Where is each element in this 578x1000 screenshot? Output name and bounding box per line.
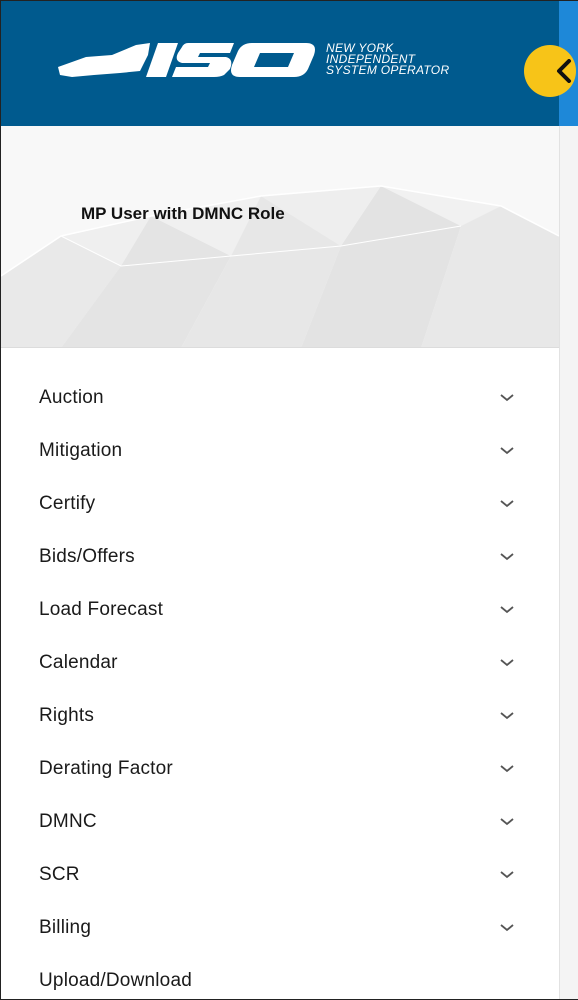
- menu-item-label: Derating Factor: [39, 757, 173, 779]
- chevron-down-icon: [500, 871, 514, 879]
- menu-item-label: Billing: [39, 916, 92, 938]
- menu-item-label: Load Forecast: [39, 598, 164, 620]
- menu-item-label: Certify: [39, 492, 96, 514]
- menu-item-derating-factor[interactable]: Derating Factor: [1, 742, 559, 795]
- chevron-down-icon: [500, 606, 514, 614]
- menu-item-label: Bids/Offers: [39, 545, 135, 567]
- menu-item-label: Calendar: [39, 651, 118, 673]
- menu-item-label: Auction: [39, 386, 104, 408]
- menu-item-certify[interactable]: Certify: [1, 477, 559, 530]
- menu-item-auction[interactable]: Auction: [1, 371, 559, 424]
- menu-item-scr[interactable]: SCR: [1, 848, 559, 901]
- chevron-left-icon: [557, 59, 571, 83]
- sidebar-menu: Auction Mitigation Certify Bids/Offers L…: [1, 371, 559, 999]
- menu-item-mitigation[interactable]: Mitigation: [1, 424, 559, 477]
- menu-item-label: Mitigation: [39, 439, 123, 461]
- nyiso-logo[interactable]: NEW YORK INDEPENDENT SYSTEM OPERATOR: [56, 41, 476, 101]
- sidebar-header: NEW YORK INDEPENDENT SYSTEM OPERATOR: [1, 1, 561, 126]
- chevron-down-icon: [500, 447, 514, 455]
- content-edge: [559, 1, 578, 999]
- chevron-down-icon: [500, 712, 514, 720]
- user-profile-panel: MP User with DMNC Role: [1, 126, 559, 348]
- menu-item-load-forecast[interactable]: Load Forecast: [1, 583, 559, 636]
- chevron-down-icon: [500, 659, 514, 667]
- chevron-down-icon: [500, 765, 514, 773]
- menu-item-label: SCR: [39, 863, 80, 885]
- chevron-down-icon: [500, 818, 514, 826]
- menu-item-label: DMNC: [39, 810, 97, 832]
- chevron-down-icon: [500, 500, 514, 508]
- sidebar-frame: NEW YORK INDEPENDENT SYSTEM OPERATOR MP …: [0, 0, 578, 1000]
- chevron-down-icon: [500, 394, 514, 402]
- menu-item-billing[interactable]: Billing: [1, 901, 559, 954]
- logo-tagline: NEW YORK INDEPENDENT SYSTEM OPERATOR: [326, 41, 450, 77]
- menu-item-label: Upload/Download: [39, 969, 192, 991]
- nyiso-logo-mark: [58, 43, 315, 77]
- menu-item-rights[interactable]: Rights: [1, 689, 559, 742]
- user-name: MP User with DMNC Role: [81, 204, 285, 223]
- menu-item-label: Rights: [39, 704, 95, 726]
- menu-item-bids-offers[interactable]: Bids/Offers: [1, 530, 559, 583]
- collapse-sidebar-button[interactable]: [524, 45, 576, 97]
- profile-background-pattern: [1, 185, 559, 347]
- menu-item-dmnc[interactable]: DMNC: [1, 795, 559, 848]
- menu-item-calendar[interactable]: Calendar: [1, 636, 559, 689]
- chevron-down-icon: [500, 553, 514, 561]
- chevron-down-icon: [500, 924, 514, 932]
- menu-item-upload-download[interactable]: Upload/Download: [1, 954, 559, 999]
